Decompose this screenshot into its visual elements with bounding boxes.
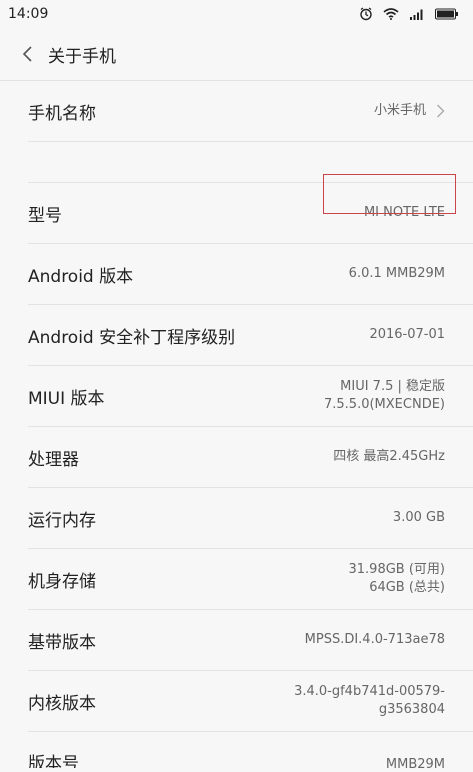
- settings-list: 手机名称 小米手机 型号 MI NOTE LTE Android 版本 6.0.…: [0, 81, 473, 768]
- row-value: MPSS.DI.4.0-713ae78: [304, 632, 445, 647]
- row-value: MIUI 7.5 | 稳定版 7.5.5.0(MXECNDE): [324, 378, 445, 414]
- row-value: 2016-07-01: [369, 327, 445, 342]
- row-label: Android 版本: [28, 266, 134, 287]
- signal-icon: [410, 9, 423, 20]
- row-ram[interactable]: 运行内存 3.00 GB: [28, 488, 473, 549]
- status-bar: 14:09: [0, 0, 473, 28]
- wifi-icon: [383, 8, 399, 20]
- row-kernel[interactable]: 内核版本 3.4.0-gf4b741d-00579- g3563804: [28, 671, 473, 732]
- row-value: 31.98GB (可用) 64GB (总共): [349, 561, 446, 597]
- section-gap: [28, 142, 473, 183]
- page-title: 关于手机: [48, 46, 116, 67]
- row-miui-version[interactable]: MIUI 版本 MIUI 7.5 | 稳定版 7.5.5.0(MXECNDE): [28, 366, 473, 427]
- battery-icon: [435, 8, 458, 20]
- status-time: 14:09: [8, 6, 49, 22]
- row-label: 处理器: [28, 449, 79, 470]
- row-value-line: 31.98GB (可用): [348, 562, 446, 577]
- row-baseband[interactable]: 基带版本 MPSS.DI.4.0-713ae78: [28, 610, 473, 671]
- row-label: 基带版本: [28, 632, 96, 653]
- app-header: 关于手机: [0, 28, 473, 81]
- row-value: 四核 最高2.45GHz: [333, 449, 445, 464]
- chevron-left-icon: [22, 46, 32, 62]
- row-value-line: MIUI 7.5 | 稳定版: [340, 379, 445, 394]
- row-value: 小米手机: [373, 103, 426, 118]
- row-value-line: 64GB (总共): [369, 580, 445, 595]
- row-label: 手机名称: [28, 103, 96, 124]
- row-label: 机身存储: [28, 571, 96, 592]
- row-value: 3.4.0-gf4b741d-00579- g3563804: [294, 683, 445, 719]
- row-value-line: 7.5.5.0(MXECNDE): [324, 397, 445, 412]
- alarm-icon: [360, 7, 372, 21]
- row-model[interactable]: 型号 MI NOTE LTE: [28, 174, 473, 244]
- status-icons: [359, 7, 459, 21]
- back-button[interactable]: [16, 43, 38, 65]
- row-label: 内核版本: [28, 693, 96, 714]
- row-label: 运行内存: [28, 510, 96, 531]
- row-value-line: 3.4.0-gf4b741d-00579-: [294, 684, 445, 699]
- row-phone-name[interactable]: 手机名称 小米手机: [28, 81, 473, 142]
- row-value-group: 小米手机: [374, 102, 445, 120]
- row-label: Android 安全补丁程序级别: [28, 327, 236, 348]
- row-label: 版本号: [28, 754, 79, 768]
- row-android-version[interactable]: Android 版本 6.0.1 MMB29M: [28, 244, 473, 305]
- row-value: MMB29M: [385, 757, 445, 768]
- row-build-number[interactable]: 版本号 MMB29M: [28, 732, 473, 768]
- row-processor[interactable]: 处理器 四核 最高2.45GHz: [28, 427, 473, 488]
- row-label: MIUI 版本: [28, 388, 105, 409]
- row-value-line: g3563804: [378, 702, 445, 717]
- row-value: MI NOTE LTE: [363, 205, 445, 220]
- row-value: 6.0.1 MMB29M: [348, 266, 445, 281]
- row-label: 型号: [28, 205, 62, 226]
- row-security-patch[interactable]: Android 安全补丁程序级别 2016-07-01: [28, 305, 473, 366]
- row-value: 3.00 GB: [392, 510, 445, 525]
- row-storage[interactable]: 机身存储 31.98GB (可用) 64GB (总共): [28, 549, 473, 610]
- chevron-right-icon: [437, 104, 445, 118]
